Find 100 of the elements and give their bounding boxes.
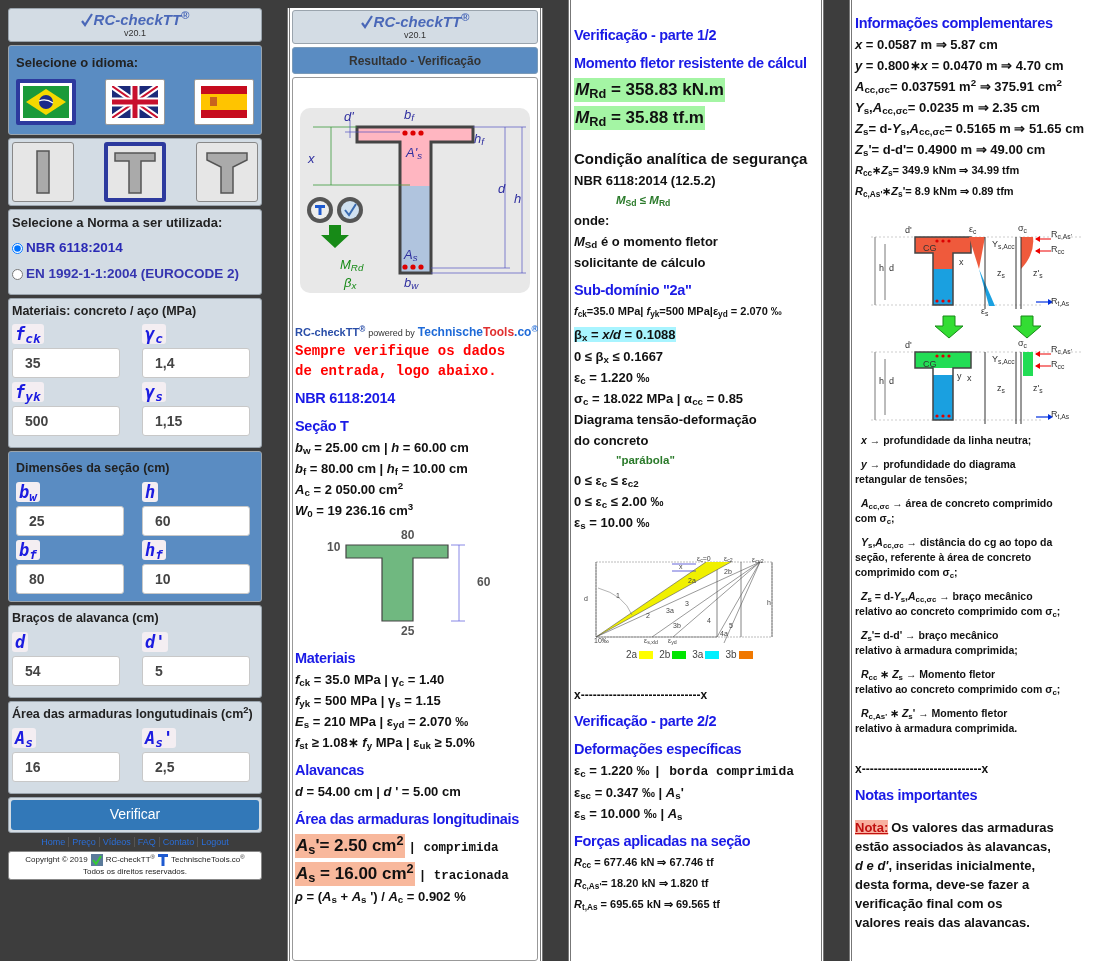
diagram-label: 10: [327, 541, 341, 553]
variable-symbol: d': [142, 631, 169, 652]
diagram-label: b$_{f}$: [404, 108, 414, 121]
radio-button[interactable]: [12, 242, 23, 254]
definition-text: x → profundidade da linha neutra;: [860, 433, 1033, 448]
rights-text: Todos os direitos reservados.: [82, 865, 188, 877]
language-flag-button[interactable]: [194, 78, 254, 125]
diagram-label: z$_{s}$: [997, 269, 1005, 278]
input-field[interactable]: 1,15: [142, 406, 250, 437]
norm-option-label[interactable]: NBR 6118:2014: [26, 238, 123, 259]
diagram-label: Y$_{s,Acc}$: [992, 240, 1015, 249]
variable-symbol: γ$_{s}$: [142, 382, 166, 403]
separator-text: x------------------------------x: [574, 687, 709, 704]
formula-text: "parábola": [615, 453, 676, 468]
result-note: | borda comprimida: [653, 763, 794, 781]
diagram-label: z$_{s}$: [997, 384, 1005, 393]
diagram-label: CG: [923, 360, 937, 369]
radio-button[interactable]: [12, 268, 23, 280]
group-title: Dimensões da seção (cm): [15, 460, 171, 478]
result-text: R$_{cc}$ = 677.46 kN ⇒ 67.746 tf: [574, 854, 715, 872]
site-name: TechnischeTools.co$^{®}$: [417, 323, 539, 341]
diagram-label: d': [905, 341, 912, 350]
input-field[interactable]: 10: [142, 564, 250, 594]
section-heading: Alavancas: [295, 761, 366, 780]
result-text: b$_{f}$ = 80.00 cm | h$_{f}$ = 10.00 cm: [295, 460, 468, 479]
language-flag-button[interactable]: [16, 78, 76, 125]
variable-symbol: A$_{s}$': [142, 727, 177, 748]
diagram-label: x: [308, 152, 315, 165]
diagram-label: R$_{cc}$: [1051, 360, 1065, 369]
section-type-button[interactable]: [104, 141, 166, 202]
diagram-label: Y$_{s,Acc}$: [992, 355, 1015, 364]
result-text: f$_{ck}$=35.0 MPa| f$_{yk}$=500 MPa|ε$_{yd}$ = 2.070 ‰: [574, 304, 783, 322]
section-heading: Materiais: [295, 649, 357, 668]
language-flag-button[interactable]: [105, 78, 165, 125]
diagram-label: σ$_{c}$: [1018, 339, 1027, 348]
section-type-button[interactable]: [196, 141, 258, 202]
variable-symbol: d: [12, 631, 29, 652]
result-text: ε$_{s}$ = 10.00 ‰: [574, 514, 650, 533]
separator-text: x------------------------------x: [855, 761, 990, 778]
tee-logo-icon: [157, 853, 168, 866]
input-field[interactable]: 60: [142, 506, 250, 536]
diagram-label: ε$_{c}$: [969, 225, 977, 234]
norm-label: Selecione a Norma a ser utilizada:: [12, 213, 224, 232]
legend-label: 3b: [725, 648, 737, 662]
result-text: b$_{w}$ = 25.00 cm | h = 60.00 cm: [295, 439, 469, 458]
app-title: RC-checkTT$^{®}$: [373, 13, 470, 30]
diagram-label: R$_{t,As}$: [1051, 410, 1070, 419]
diagram-label: β$_{x}$: [344, 276, 357, 289]
input-field[interactable]: 80: [16, 564, 124, 594]
result-text: 0 ≤ ε$_{c}$ ≤ ε$_{c2}$: [574, 472, 639, 491]
result-text: ε$_{sc}$ = 0.347 ‰ | A$_{s}$': [574, 783, 684, 803]
section-heading: Sub-domínio "2a": [574, 281, 693, 300]
app-logo-icon: [90, 853, 103, 866]
result-text: R$_{c,As'}$= 18.20 kN ⇒ 1.820 tf: [574, 875, 710, 893]
result-note: | tracionada: [418, 868, 509, 885]
diagram-label: h: [879, 377, 884, 386]
result-text: ε$_{c}$ = 1.220 ‰: [574, 369, 650, 388]
section-heading: Momento fletor resistente de cálcul: [574, 54, 808, 73]
result-text: σ$_{c}$ = 18.022 MPa | α$_{cc}$ = 0.85: [574, 390, 744, 409]
diagram-label: R$_{c,As'}$: [1051, 230, 1072, 239]
section-heading: Seção T: [295, 417, 350, 436]
input-field[interactable]: 25: [16, 506, 124, 536]
flag-icon: [112, 85, 158, 118]
result-text: R$_{cc}$∗Z$_{s}$= 349.9 kNm ⇒ 34.99 tfm: [855, 163, 1021, 181]
input-field[interactable]: 16: [12, 751, 120, 782]
diagram-label: R$_{cc}$: [1051, 245, 1065, 254]
result-text: Diagrama tensão-deformação do concreto: [574, 411, 757, 450]
input-field[interactable]: 500: [12, 406, 120, 437]
flag-icon: [23, 85, 69, 118]
input-field[interactable]: 1,4: [142, 348, 250, 379]
input-field[interactable]: 2,5: [142, 751, 250, 782]
diagram-label: CG: [923, 244, 937, 253]
diagram-label: b$_{w}$: [404, 276, 419, 289]
definition-text: Y$_{s}$,A$_{cc,σc}$ → distância do cg ao topo da seção, referente à área de concreto comprimido com σ$_{c}$;: [855, 535, 1054, 580]
result-text: f$_{st}$ ≥ 1.08∗ f$_{y}$ MPa | ε$_{uk}$ ≥ 5.0%: [295, 734, 475, 753]
highlighted-result: A$_{s}$ = 16.00 cm$^{2}$: [295, 862, 415, 886]
diagram-label: 25: [401, 625, 415, 637]
section-type-button[interactable]: [12, 141, 74, 202]
diagram-label: A'$_{s}$: [406, 146, 423, 159]
diagram-label: R$_{c,As'}$: [1051, 345, 1072, 354]
result-text: ρ = (A$_{s}$ + A$_{s}$ ') / A$_{c}$ = 0.902 %: [295, 888, 466, 907]
section-heading: Área das armaduras longitudinais: [295, 810, 521, 829]
flag-icon: [201, 85, 247, 118]
diagram-label: d: [889, 377, 894, 386]
variable-symbol: h: [142, 482, 159, 502]
input-field[interactable]: 5: [142, 655, 250, 686]
norm-option-label[interactable]: EN 1992-1-1:2004 (EUROCODE 2): [26, 264, 240, 285]
input-field[interactable]: 35: [12, 348, 120, 379]
formula-text: M$_{Sd}$ ≤ M$_{Rd}$: [615, 193, 672, 210]
result-text: R$_{t,As}$ = 695.65 kN ⇒ 69.565 tf: [574, 896, 721, 914]
result-text: E$_{s}$ = 210 MPa | ε$_{yd}$ = 2.070 ‰: [295, 713, 469, 732]
version-label: v20.1: [124, 27, 146, 39]
verify-button[interactable]: Verificar: [11, 799, 259, 830]
result-note: | comprimida: [408, 840, 499, 857]
result-text: M$_{Sd}$ é o momento fletor solicitante de cálculo: [574, 233, 718, 272]
input-field[interactable]: 54: [12, 655, 120, 686]
checkmark-icon: [80, 12, 93, 27]
section-heading: Verificação - parte 1/2: [574, 26, 718, 45]
variable-symbol: f$_{yk}$: [12, 382, 44, 403]
legend-label: 2b: [659, 648, 671, 662]
